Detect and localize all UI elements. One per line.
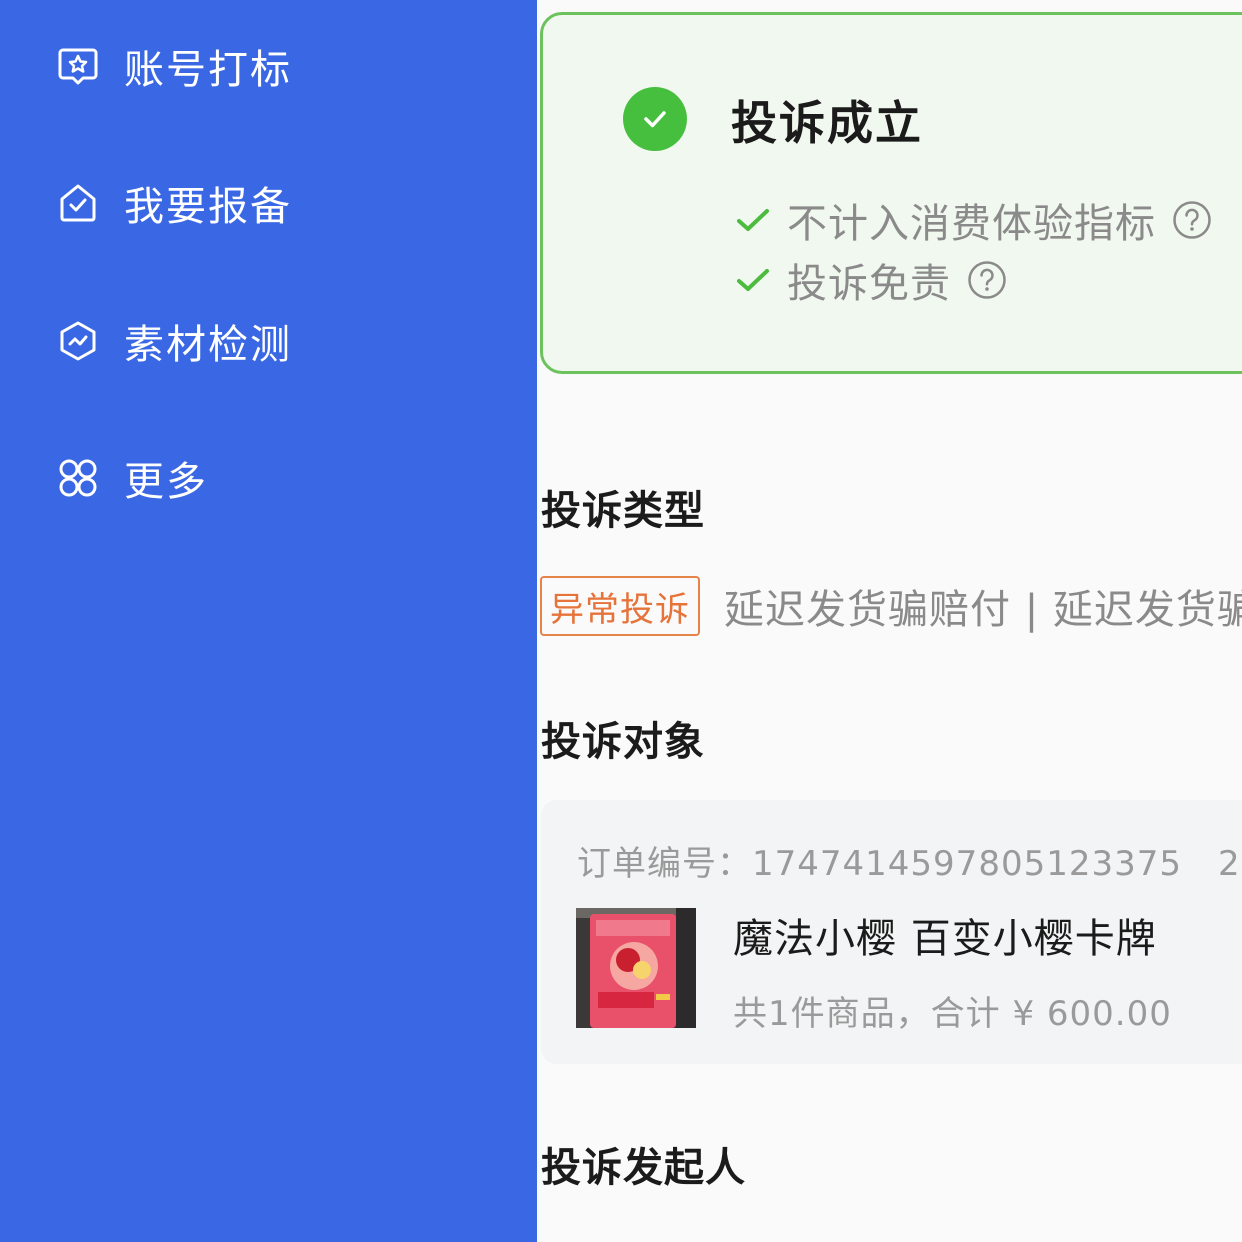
account-tag-icon xyxy=(56,44,100,88)
home-report-icon xyxy=(56,181,100,225)
sidebar-item-label: 账号打标 xyxy=(124,47,292,93)
complaint-target-title: 投诉对象 xyxy=(541,719,705,765)
sidebar-item-material-check[interactable]: 素材检测 xyxy=(56,311,292,371)
status-title: 投诉成立 xyxy=(731,96,923,150)
sidebar: 账号打标 我要报备 素材检测 更多 xyxy=(0,0,537,1242)
success-check-icon xyxy=(623,87,687,151)
complaint-initiator-title: 投诉发起人 xyxy=(541,1145,746,1191)
sidebar-item-label: 更多 xyxy=(124,459,208,505)
help-icon[interactable] xyxy=(967,260,1007,300)
complaint-status-card: 投诉成立 不计入消费体验指标 投诉免责 xyxy=(540,12,1242,374)
complaint-type-text: 延迟发货骗赔付 | 延迟发货骗 xyxy=(724,587,1242,633)
status-item-label: 投诉免责 xyxy=(787,261,951,307)
order-number-label: 订单编号： xyxy=(577,844,752,884)
help-icon[interactable] xyxy=(1172,200,1212,240)
check-icon xyxy=(733,200,773,240)
check-icon xyxy=(733,260,773,300)
complaint-detail-panel: 投诉成立 不计入消费体验指标 投诉免责 投诉类型 异常投诉 延迟发货骗赔付 | … xyxy=(537,0,1242,1242)
sidebar-item-report[interactable]: 我要报备 xyxy=(56,173,292,233)
sidebar-item-account-tag[interactable]: 账号打标 xyxy=(56,36,292,96)
sidebar-item-more[interactable]: 更多 xyxy=(56,448,208,508)
more-grid-icon xyxy=(56,456,100,500)
status-item: 投诉免责 xyxy=(733,255,1007,307)
sidebar-item-label: 素材检测 xyxy=(124,322,292,368)
order-card[interactable]: 订单编号：1747414597805123375202 魔法小樱 百变小樱卡牌 … xyxy=(541,800,1242,1064)
complaint-type-tag: 异常投诉 xyxy=(540,576,700,636)
complaint-type-row: 异常投诉 延迟发货骗赔付 | 延迟发货骗 xyxy=(540,576,1242,636)
material-check-icon xyxy=(56,319,100,363)
status-item: 不计入消费体验指标 xyxy=(733,195,1212,247)
order-summary: 共1件商品，合计 ¥ 600.00 xyxy=(733,994,1172,1034)
order-number: 1747414597805123375 xyxy=(752,844,1183,884)
complaint-type-title: 投诉类型 xyxy=(541,488,705,534)
product-image xyxy=(576,908,696,1028)
status-item-label: 不计入消费体验指标 xyxy=(787,201,1156,247)
sidebar-item-label: 我要报备 xyxy=(124,184,292,230)
order-date: 202 xyxy=(1218,844,1242,884)
order-meta: 订单编号：1747414597805123375 202 xyxy=(577,836,1242,885)
product-name: 魔法小樱 百变小樱卡牌 xyxy=(733,916,1157,962)
